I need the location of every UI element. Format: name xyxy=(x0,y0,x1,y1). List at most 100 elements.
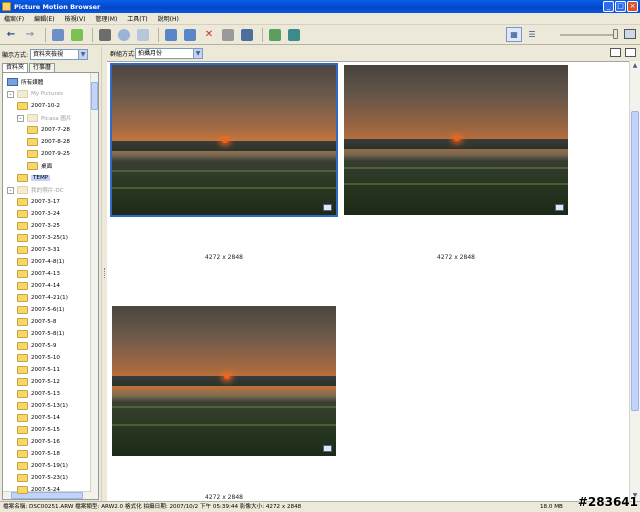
tree-item[interactable]: 2007-5-19(1) xyxy=(17,461,68,471)
window-mode-icon[interactable] xyxy=(610,48,621,57)
tree-item[interactable]: 2007-5-16 xyxy=(17,437,60,447)
import-icon[interactable] xyxy=(50,27,66,43)
tree-item[interactable]: 2007-3-17 xyxy=(17,197,60,207)
folder-tree[interactable]: 所有媒體 - My Pictures 2007-10-2 - Picasa 圖片 2007-… xyxy=(2,72,99,500)
zoom-slider-thumb[interactable] xyxy=(613,29,618,39)
zoom-slider-track[interactable] xyxy=(560,34,618,36)
tree-item[interactable]: 2007-4-21(1) xyxy=(17,293,68,303)
toolbar: ← → ✕ xyxy=(0,25,640,45)
file-size-text: 18.0 MB xyxy=(540,504,563,510)
tree-item[interactable]: 2007-5-24 xyxy=(17,485,60,495)
tree-item[interactable]: 2007-5-10 xyxy=(17,353,60,363)
tree-item[interactable]: 2007-7-28 xyxy=(27,125,70,135)
thumbnail-view-button[interactable]: ▦ xyxy=(506,27,522,42)
tree-item-label: 2007-4-8(1) xyxy=(31,259,65,265)
toolbar-separator xyxy=(158,27,159,42)
tree-item[interactable]: TEMP xyxy=(17,173,51,183)
tree-item[interactable]: 所有媒體 xyxy=(7,77,43,87)
tree-item[interactable]: 2007-3-24 xyxy=(17,209,60,219)
scroll-up-icon[interactable]: ▲ xyxy=(631,62,639,70)
slideshow-icon[interactable] xyxy=(239,27,255,43)
tree-collapse-icon[interactable]: - xyxy=(17,114,24,122)
detail-view-button[interactable]: ☰ xyxy=(524,27,540,42)
export-icon[interactable] xyxy=(69,27,85,43)
tree-item[interactable]: 2007-4-8(1) xyxy=(17,257,64,267)
tree-item-label: 2007-5-16 xyxy=(31,439,60,445)
thumbnail-item[interactable]: 4272 x 2848 xyxy=(111,305,337,502)
thumbnail-item[interactable]: 4272 x 2848 xyxy=(110,63,338,264)
burn-disc-icon[interactable] xyxy=(116,27,132,43)
rotate-left-icon[interactable] xyxy=(163,27,179,43)
tree-item[interactable]: 2007-4-14 xyxy=(17,281,60,291)
group-by-select[interactable]: 拍攝月份 ▼ xyxy=(135,48,203,59)
maximize-button[interactable]: □ xyxy=(615,1,626,12)
tree-item[interactable]: - 我的照片-DC xyxy=(7,185,64,195)
tree-item[interactable]: 2007-5-23(1) xyxy=(17,473,68,483)
scrollbar-thumb[interactable] xyxy=(631,111,639,411)
view-mode-select[interactable]: 資料夾檢視 ▼ xyxy=(30,49,89,60)
back-arrow-icon[interactable]: ← xyxy=(3,27,19,43)
tree-item[interactable]: 2007-5-11 xyxy=(17,365,60,375)
tree-item[interactable]: 2007-9-25 xyxy=(27,149,70,159)
tree-item[interactable]: 2007-5-12 xyxy=(17,377,60,387)
menu-file[interactable]: 檔案(F) xyxy=(4,14,24,23)
tree-item[interactable]: 2007-5-15 xyxy=(17,425,60,435)
tree-item[interactable]: 2007-5-8(1) xyxy=(17,329,64,339)
print-icon[interactable] xyxy=(97,27,113,43)
tree-item[interactable]: 2007-10-2 xyxy=(17,101,60,111)
fullscreen-mode-icon[interactable] xyxy=(625,48,636,57)
thumbnail-vertical-scrollbar[interactable]: ▲ ▼ xyxy=(629,61,640,501)
toolbar-separator xyxy=(262,27,263,42)
tab-calendar[interactable]: 行事曆 xyxy=(29,63,56,72)
tree-item[interactable]: 2007-8-28 xyxy=(27,137,70,147)
tree-item[interactable]: 2007-5-8 xyxy=(17,317,56,327)
tree-vertical-scrollbar[interactable] xyxy=(90,73,98,499)
menu-view[interactable]: 檢視(V) xyxy=(65,14,86,23)
photo-thumbnail[interactable] xyxy=(344,65,568,215)
map-icon[interactable] xyxy=(267,27,283,43)
minimize-button[interactable]: _ xyxy=(603,1,614,12)
chevron-down-icon[interactable]: ▼ xyxy=(193,49,202,58)
tree-item[interactable]: 2007-3-25(1) xyxy=(17,233,68,243)
folder-icon xyxy=(17,414,28,422)
tree-item[interactable]: - Picasa 圖片 xyxy=(17,113,72,123)
folder-icon xyxy=(17,246,28,254)
tree-item[interactable]: 桌面 xyxy=(27,161,52,171)
folder-icon xyxy=(17,222,28,230)
thumbnail-item[interactable]: 4272 x 2848 xyxy=(343,64,569,264)
menu-manage[interactable]: 管理(M) xyxy=(95,14,117,23)
chevron-down-icon[interactable]: ▼ xyxy=(78,50,88,59)
tree-collapse-icon[interactable]: - xyxy=(7,90,14,98)
folder-icon xyxy=(17,354,28,362)
close-button[interactable]: × xyxy=(627,1,638,12)
tree-item[interactable]: 2007-3-25 xyxy=(17,221,60,231)
forward-arrow-icon[interactable]: → xyxy=(22,27,38,43)
tree-item[interactable]: 2007-5-13(1) xyxy=(17,401,68,411)
photo-thumbnail[interactable] xyxy=(112,306,336,456)
tree-item-label: 2007-4-21(1) xyxy=(31,295,68,301)
tree-item[interactable]: 2007-5-9 xyxy=(17,341,56,351)
tree-collapse-icon[interactable]: - xyxy=(7,186,14,194)
rotate-right-icon[interactable] xyxy=(182,27,198,43)
tree-item[interactable]: 2007-5-6(1) xyxy=(17,305,64,315)
menu-edit[interactable]: 編輯(E) xyxy=(34,14,54,23)
folder-icon xyxy=(27,162,38,170)
tree-item[interactable]: 2007-3-31 xyxy=(17,245,60,255)
menu-help[interactable]: 說明(H) xyxy=(158,14,179,23)
tab-folders[interactable]: 資料夾 xyxy=(2,63,29,72)
folder-icon xyxy=(27,150,38,158)
email-icon[interactable] xyxy=(135,27,151,43)
tree-item[interactable]: - My Pictures xyxy=(7,89,63,99)
menu-tools[interactable]: 工具(T) xyxy=(127,14,147,23)
tree-item[interactable]: 2007-5-14 xyxy=(17,413,60,423)
tree-item[interactable]: 2007-5-13 xyxy=(17,389,60,399)
tree-item[interactable]: 2007-5-18 xyxy=(17,449,60,459)
convert-icon[interactable] xyxy=(286,27,302,43)
delete-icon[interactable]: ✕ xyxy=(201,27,217,43)
folder-icon xyxy=(17,174,28,182)
fullscreen-icon[interactable] xyxy=(624,29,636,39)
tree-item[interactable]: 2007-4-13 xyxy=(17,269,60,279)
photo-thumbnail[interactable] xyxy=(110,63,338,217)
thumbnail-caption: 4272 x 2848 xyxy=(205,494,243,501)
image-fix-icon[interactable] xyxy=(220,27,236,43)
